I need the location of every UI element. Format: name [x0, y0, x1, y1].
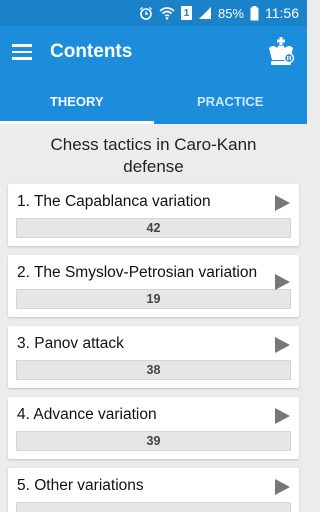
status-bar: 1 85% 11:56: [0, 0, 307, 26]
chess-king-icon[interactable]: [265, 36, 297, 68]
play-icon[interactable]: [273, 336, 291, 354]
signal-icon: [198, 6, 212, 20]
status-time: 11:56: [265, 5, 299, 21]
play-icon[interactable]: [273, 273, 291, 291]
section-card[interactable]: 5. Other variations: [8, 468, 299, 512]
wifi-icon: [159, 6, 175, 20]
tab-practice[interactable]: PRACTICE: [154, 78, 308, 124]
app-bar: Contents: [0, 26, 307, 78]
page-heading: Chess tactics in Caro-Kann defense: [50, 135, 257, 176]
play-icon[interactable]: [273, 194, 291, 212]
section-title: 2. The Smyslov-Petrosian variation: [17, 264, 258, 281]
alarm-icon: [139, 6, 153, 20]
section-title: 3. Panov attack: [17, 335, 124, 352]
play-icon[interactable]: [273, 478, 291, 496]
section-count: 19: [16, 289, 291, 309]
content-list[interactable]: Chess tactics in Caro-Kann defense 1. Th…: [0, 124, 307, 512]
battery-icon: [250, 5, 259, 21]
menu-icon[interactable]: [12, 39, 38, 65]
section-count: 38: [16, 360, 291, 380]
section-title: 4. Advance variation: [17, 406, 157, 423]
tab-theory[interactable]: THEORY: [0, 78, 154, 124]
app-title: Contents: [50, 41, 133, 62]
sim-icon: 1: [180, 6, 192, 20]
section-title: 1. The Capablanca variation: [17, 193, 211, 210]
section-card[interactable]: 1. The Capablanca variation 42: [8, 184, 299, 246]
tab-bar: THEORY PRACTICE: [0, 78, 307, 124]
section-card[interactable]: 2. The Smyslov-Petrosian variation 19: [8, 255, 299, 317]
play-icon[interactable]: [273, 407, 291, 425]
section-title: 5. Other variations: [17, 477, 144, 494]
section-count: 42: [16, 218, 291, 238]
section-card[interactable]: 4. Advance variation 39: [8, 397, 299, 459]
section-count: [16, 502, 291, 512]
section-count: 39: [16, 431, 291, 451]
section-card[interactable]: 3. Panov attack 38: [8, 326, 299, 388]
battery-percent: 85%: [217, 5, 244, 21]
